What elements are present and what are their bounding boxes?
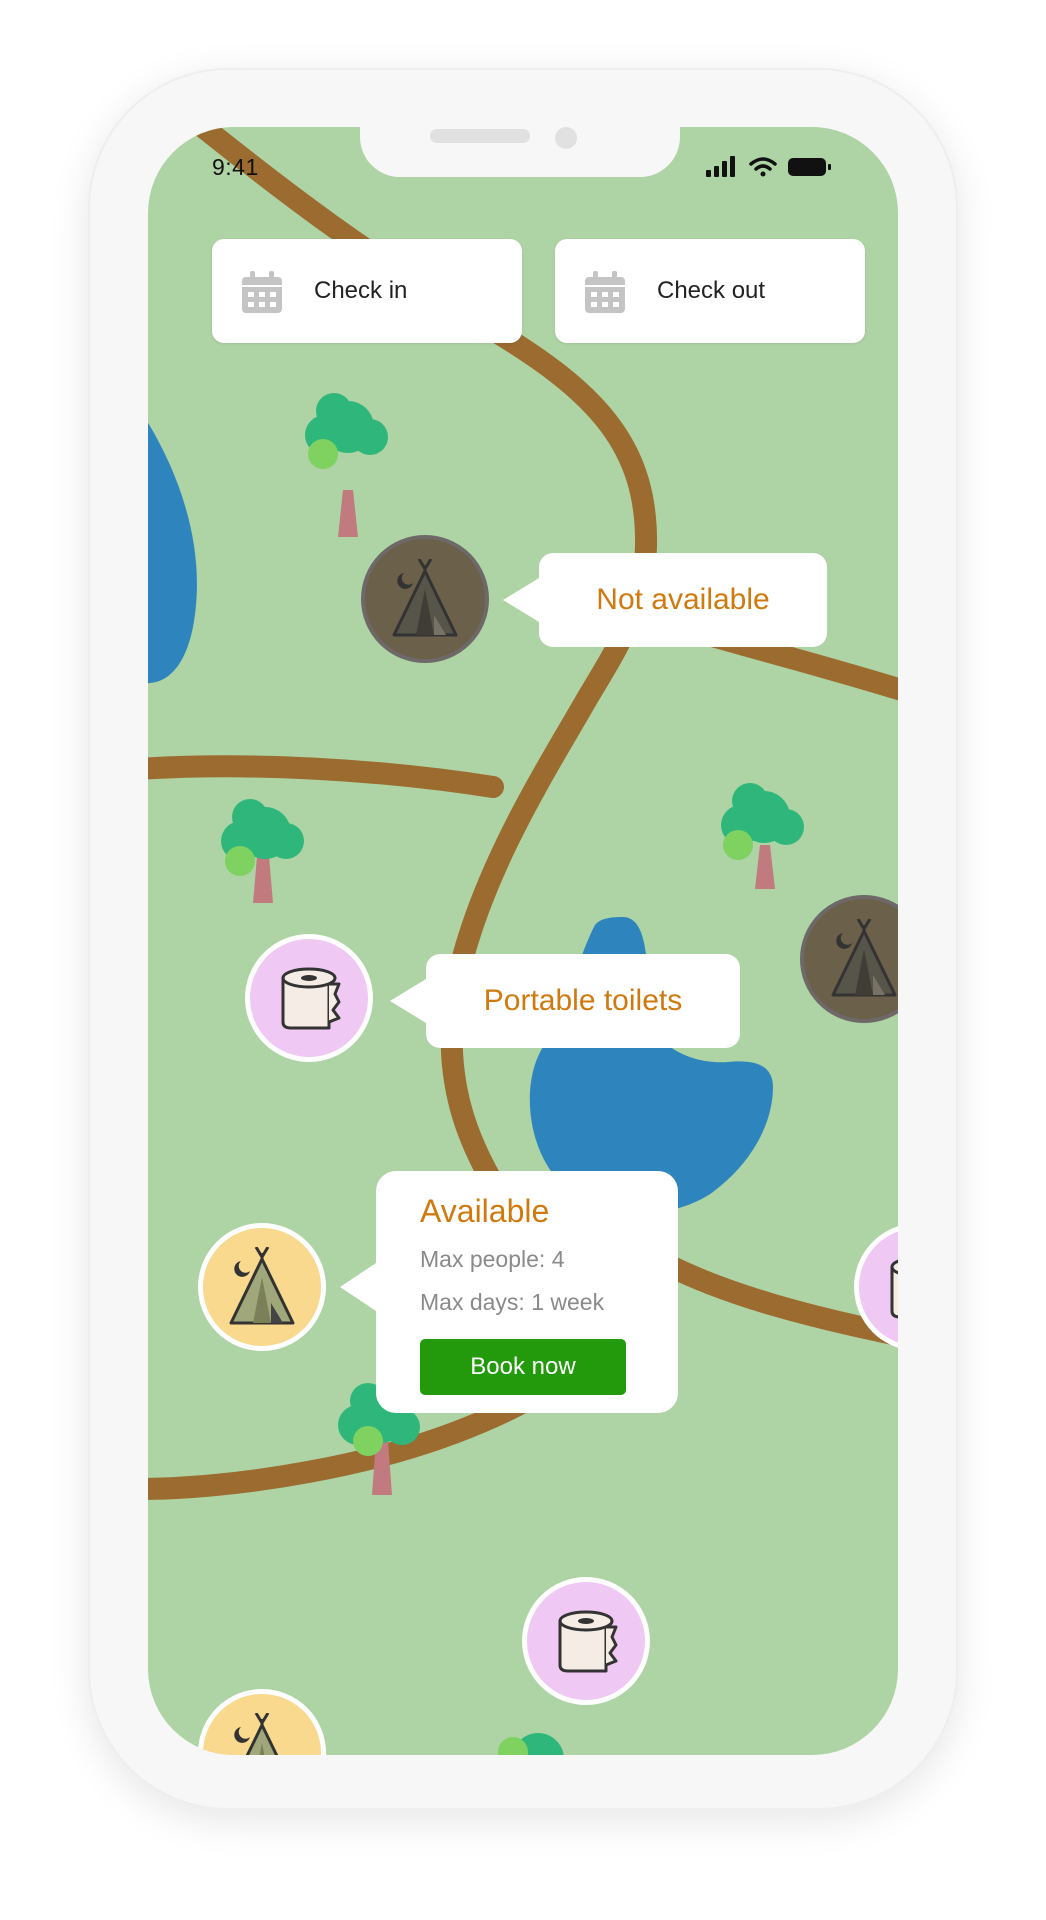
- toilet-paper-icon: [281, 967, 341, 1030]
- path-cross: [148, 755, 504, 798]
- tree-icon: [305, 393, 388, 537]
- not-available-text: Not available: [596, 583, 770, 616]
- portable-toilets-tooltip: Portable toilets: [390, 954, 740, 1048]
- max-people: Max people: 4: [420, 1246, 565, 1272]
- tree-icon: [221, 799, 304, 903]
- toilet-paper-icon: [890, 1259, 898, 1319]
- book-now-button[interactable]: Book now: [420, 1339, 626, 1395]
- not-available-tooltip: Not available: [503, 553, 827, 647]
- tent-icon: [229, 1247, 295, 1325]
- tree-icon: [498, 1733, 564, 1755]
- tent-icon: [831, 919, 897, 997]
- campsite-marker-available[interactable]: [198, 1223, 326, 1351]
- signal-icon: [706, 156, 735, 177]
- campsite-info-card: Available Max people: 4 Max days: 1 week…: [340, 1171, 678, 1413]
- status-icons: [706, 155, 832, 184]
- toilet-marker[interactable]: [522, 1577, 650, 1705]
- map-screen[interactable]: 9:41 Check in Check out Not available Po…: [148, 127, 898, 1755]
- speaker: [430, 129, 530, 143]
- check-in-button[interactable]: Check in: [212, 239, 522, 343]
- battery-icon: [788, 158, 831, 176]
- check-out-button[interactable]: Check out: [555, 239, 865, 343]
- toilet-marker[interactable]: [245, 934, 373, 1062]
- campground-map[interactable]: [148, 127, 898, 1755]
- check-out-label: Check out: [657, 277, 766, 304]
- campsite-marker-occupied[interactable]: [361, 535, 489, 663]
- availability-status: Available: [420, 1193, 550, 1229]
- toilet-paper-icon: [558, 1610, 618, 1673]
- front-camera: [555, 127, 577, 149]
- calendar-icon: [585, 271, 625, 313]
- lake-left: [148, 422, 197, 684]
- calendar-icon: [242, 271, 282, 313]
- max-days: Max days: 1 week: [420, 1289, 605, 1315]
- wifi-icon: [749, 157, 777, 177]
- tent-icon: [234, 1713, 279, 1755]
- portable-toilets-text: Portable toilets: [483, 984, 683, 1017]
- notch: [360, 127, 680, 177]
- check-in-label: Check in: [314, 277, 408, 304]
- tent-icon: [392, 559, 458, 637]
- status-time: 9:41: [212, 154, 259, 180]
- tree-icon: [721, 783, 804, 889]
